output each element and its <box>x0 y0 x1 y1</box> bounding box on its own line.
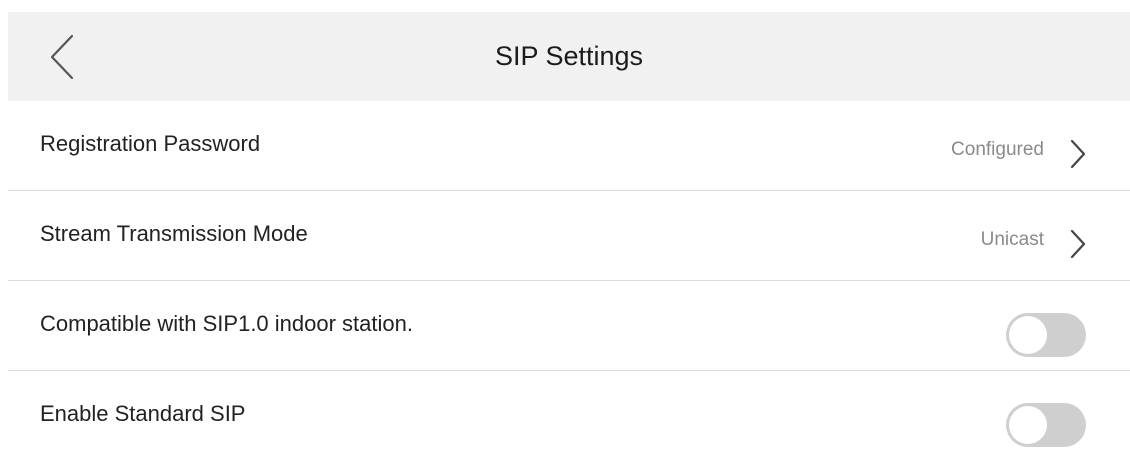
registration-password-row[interactable]: Registration Password Configured <box>8 101 1130 191</box>
page-title: SIP Settings <box>494 41 644 71</box>
standard-sip-row: Enable Standard SIP <box>8 371 1130 461</box>
row-value: Configured <box>951 139 1044 160</box>
sip-settings-screen: SIP Settings Registration Password Confi… <box>8 12 1130 452</box>
sip1-compatibility-row: Compatible with SIP1.0 indoor station. <box>8 281 1130 371</box>
toggle-knob <box>1009 316 1047 354</box>
row-label: Compatible with SIP1.0 indoor station. <box>40 311 413 336</box>
settings-list: Registration Password Configured Stream … <box>8 101 1130 461</box>
stream-transmission-mode-row[interactable]: Stream Transmission Mode Unicast <box>8 191 1130 281</box>
standard-sip-toggle[interactable] <box>1006 403 1086 447</box>
chevron-right-icon <box>1068 137 1088 171</box>
toggle-knob <box>1009 406 1047 444</box>
row-label: Registration Password <box>40 131 261 156</box>
row-value: Unicast <box>980 229 1044 250</box>
header-bar: SIP Settings <box>8 12 1130 101</box>
chevron-right-icon <box>1068 227 1088 261</box>
row-label: Stream Transmission Mode <box>40 221 308 246</box>
sip1-compatibility-toggle[interactable] <box>1006 313 1086 357</box>
row-label: Enable Standard SIP <box>40 401 246 426</box>
